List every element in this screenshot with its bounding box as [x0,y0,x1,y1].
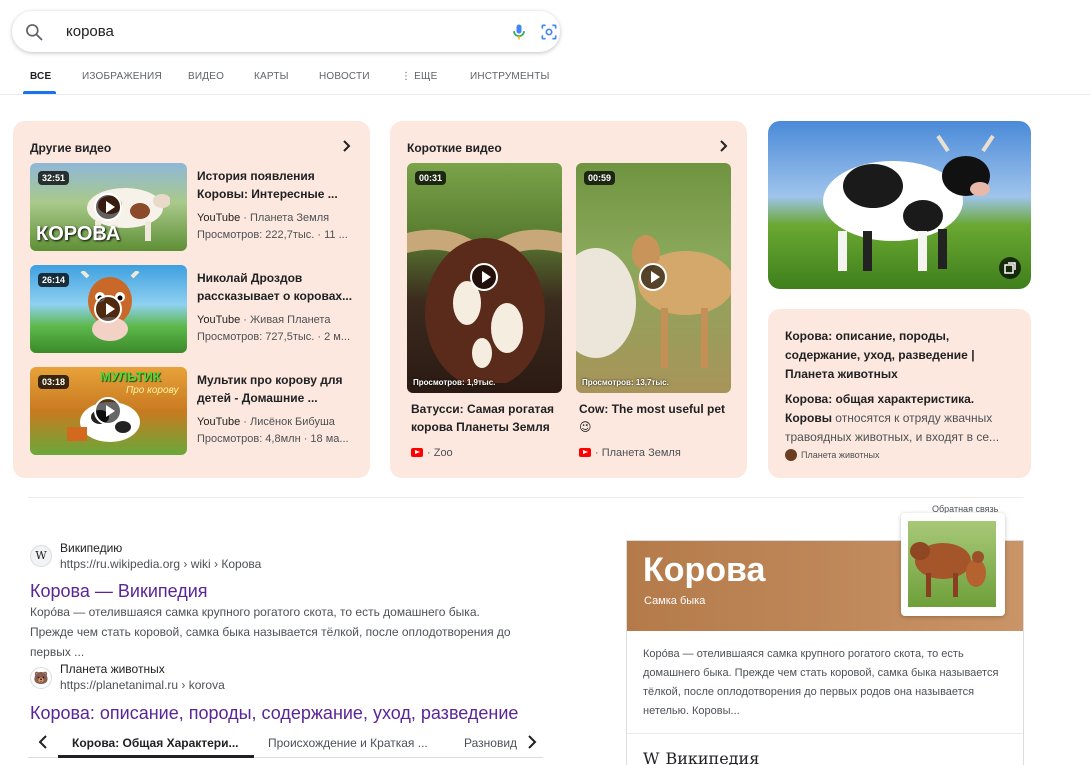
search-input[interactable]: корова [66,23,114,40]
chevron-right-icon[interactable] [340,139,354,153]
video-channel: · Zoo [411,445,453,461]
play-icon[interactable] [639,263,667,291]
video-title[interactable]: Мультик про корову для детей - Домашние … [197,371,357,407]
thumbnail-caption: МУЛЬТИК [100,369,161,384]
search-tabs: ВСЕ ИЗОБРАЖЕНИЯ ВИДЕО КАРТЫ НОВОСТИ ⋮ ЕЩ… [0,62,1090,95]
play-icon[interactable] [94,193,122,221]
tab-news[interactable]: НОВОСТИ [319,71,370,82]
video-views: Просмотров: 222,7тыс. · 11 ... [197,229,348,241]
video-title[interactable]: Николай Дроздов рассказывает о коровах..… [197,269,357,305]
section-tab-3[interactable]: Разновид [464,736,518,750]
duration-badge: 03:18 [38,375,70,389]
result-snippet: Коро́ва — отелившаяся самка крупного рог… [30,605,511,659]
cow-image[interactable] [768,121,1031,289]
knowledge-panel-description: Коро́ва — отелившаяся самка крупного рог… [643,648,999,717]
knowledge-panel-subtitle: Самка быка [644,595,706,607]
youtube-icon [579,448,591,457]
other-videos-card: Другие видео КОРОВА 32:51 История появле… [13,121,370,478]
video-thumbnail[interactable]: КОРОВА 32:51 [30,163,187,251]
article-source: Планета животных [785,447,880,463]
video-title[interactable]: Cow: The most useful pet 😉 [579,400,734,436]
tab-tools[interactable]: ИНСТРУМЕНТЫ [470,71,550,82]
section-tab-1[interactable]: Корова: Общая Характери... [72,736,242,750]
article-snippet: Корова: общая характеристика. Коровы отн… [785,392,1000,444]
card-title: Другие видео [30,141,112,155]
result-url[interactable]: https://ru.wikipedia.org › wiki › Корова [60,557,261,571]
video-views: Просмотров: 4,8млн · 18 ма... [197,433,349,445]
article-title[interactable]: Корова: описание, породы, содержание, ух… [785,327,1015,384]
short-video-thumbnail[interactable]: 00:31 Просмотров: 1,9тыс. [407,163,562,393]
tab-video[interactable]: ВИДЕО [188,71,224,82]
result-title-link[interactable]: Корова — Википедия [30,581,208,602]
article-card[interactable]: Корова: описание, породы, содержание, ух… [768,309,1031,478]
thumbnail-caption: КОРОВА [36,223,121,245]
video-source: YouTube · Живая Планета [197,314,331,326]
chevron-right-icon[interactable] [525,734,539,750]
result-site-name: Планета животных [60,662,165,676]
lens-icon[interactable] [539,22,559,42]
section-tab-2[interactable]: Происхождение и Краткая ... [268,736,438,750]
chevron-left-icon[interactable] [36,734,50,750]
video-channel: · Планета Земля [579,445,681,461]
duration-badge: 26:14 [38,273,70,287]
knowledge-panel-source[interactable]: W Википедия [643,749,765,765]
search-icon[interactable] [24,22,44,42]
video-thumbnail[interactable]: 26:14 [30,265,187,353]
thumbnail-subcaption: Про корову [126,385,179,396]
result-url[interactable]: https://planetanimal.ru › korova [60,678,225,692]
play-icon[interactable] [470,263,498,291]
video-thumbnail[interactable]: МУЛЬТИК Про корову 03:18 [30,367,187,455]
short-video-thumbnail[interactable]: 00:59 Просмотров: 13,7тыс. [576,163,731,393]
tab-images[interactable]: ИЗОБРАЖЕНИЯ [82,71,162,82]
duration-badge: 00:59 [584,171,616,185]
search-bar[interactable]: корова [12,11,560,52]
tab-maps[interactable]: КАРТЫ [254,71,289,82]
gallery-icon[interactable] [999,257,1021,279]
duration-badge: 32:51 [38,171,70,185]
wikipedia-icon: W [30,545,52,567]
play-icon[interactable] [94,295,122,323]
video-views: Просмотров: 13,7тыс. [582,378,669,387]
bear-icon [785,449,797,461]
card-title: Короткие видео [407,141,502,155]
section-divider [28,497,1023,498]
divider [627,733,1023,734]
active-tab-indicator [23,91,56,94]
tab-all[interactable]: ВСЕ [30,71,51,82]
result-title-link[interactable]: Корова: описание, породы, содержание, ух… [30,703,518,724]
duration-badge: 00:31 [415,171,447,185]
knowledge-panel-image[interactable] [901,513,1005,616]
chevron-right-icon[interactable] [717,139,731,153]
result-site-name: Википедию [60,541,123,555]
video-title[interactable]: История появления Коровы: Интересные ... [197,167,357,203]
play-icon[interactable] [94,397,122,425]
video-title[interactable]: Ватусси: Самая рогатая корова Планеты Зе… [411,400,561,436]
video-views: Просмотров: 1,9тыс. [413,378,496,387]
active-section-indicator [58,755,254,758]
knowledge-panel-title: Корова [643,551,766,589]
video-views: Просмотров: 727,5тыс. · 2 м... [197,331,351,343]
video-source: YouTube · Лисёнок Бибуша [197,416,335,428]
video-source: YouTube · Планета Земля [197,212,330,224]
tab-more[interactable]: ⋮ ЕЩЕ [401,71,438,82]
planeta-icon: 🐻 [30,667,52,689]
section-tabs: Корова: Общая Характери... Происхождение… [28,728,543,758]
short-videos-card: Короткие видео 00:31 Просмотров: 1,9тыс.… [390,121,747,478]
mic-icon[interactable] [509,21,529,43]
youtube-icon [411,448,423,457]
wikipedia-icon: W [643,749,660,765]
